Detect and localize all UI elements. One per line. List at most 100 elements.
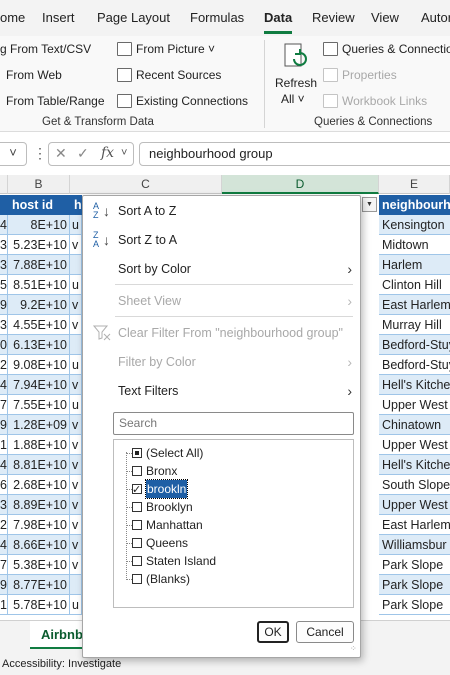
cell-host-name[interactable]: u — [70, 275, 82, 295]
sheet-tab-airbnb[interactable]: Airbnb — [30, 621, 90, 649]
column-header-b[interactable]: B — [8, 175, 70, 194]
cell-host-name[interactable]: v — [70, 435, 82, 455]
cell-neighbourhood[interactable]: Harlem — [379, 255, 450, 275]
text-filters[interactable]: Text Filters › — [83, 378, 360, 404]
cell-host-name[interactable]: u — [70, 215, 82, 235]
cell-row-number[interactable]: 2 — [0, 355, 8, 375]
cell-row-number[interactable]: 9 — [0, 415, 8, 435]
cell-host-name[interactable]: u — [70, 395, 82, 415]
cell-host-id[interactable]: 1.28E+09 — [8, 415, 70, 435]
tab-automate[interactable]: Autor — [421, 10, 450, 25]
from-table-range-button[interactable]: From Table/Range — [6, 94, 105, 108]
chevron-down-icon[interactable]: ˅ — [121, 147, 127, 159]
sort-a-to-z[interactable]: A Z ↓ Sort A to Z — [83, 198, 360, 224]
cell-host-id[interactable]: 6.13E+10 — [8, 335, 70, 355]
filter-value-item[interactable]: Manhattan — [132, 516, 203, 534]
tab-data[interactable]: Data — [264, 10, 292, 25]
cell-host-name[interactable]: v — [70, 375, 82, 395]
checkbox[interactable] — [132, 502, 142, 512]
tab-view[interactable]: View — [371, 10, 399, 25]
cell-neighbourhood[interactable]: Chinatown — [379, 415, 450, 435]
column-header-a[interactable] — [0, 175, 8, 194]
confirm-formula-icon[interactable]: ✓ — [77, 145, 89, 162]
filter-value-item[interactable]: (Blanks) — [132, 570, 190, 588]
from-picture-button[interactable]: From Picture ˅ — [117, 42, 215, 56]
filter-value-item[interactable]: Staten Island — [132, 552, 216, 570]
sheet-view[interactable]: Sheet View › — [83, 288, 360, 314]
refresh-all-label[interactable]: Refresh — [275, 76, 317, 90]
cell-host-id[interactable]: 8.77E+10 — [8, 575, 70, 595]
checkbox[interactable] — [132, 538, 142, 548]
cell-host-name[interactable]: v — [70, 555, 82, 575]
cell-neighbourhood[interactable]: Bedford-Stuy — [379, 335, 450, 355]
cell-neighbourhood[interactable]: Hell's Kitche — [379, 375, 450, 395]
cell-neighbourhood[interactable]: Park Slope — [379, 555, 450, 575]
column-header-d[interactable]: D — [222, 175, 379, 194]
cell-host-id[interactable]: 7.94E+10 — [8, 375, 70, 395]
recent-sources-button[interactable]: Recent Sources — [117, 68, 221, 82]
cell-host-name[interactable]: v — [70, 295, 82, 315]
existing-connections-button[interactable]: Existing Connections — [117, 94, 248, 108]
cell-row-number[interactable]: 4 — [0, 375, 8, 395]
workbook-links-button[interactable]: Workbook Links — [323, 94, 427, 108]
cell-host-id[interactable]: 5.23E+10 — [8, 235, 70, 255]
cell-row-number[interactable]: 6 — [0, 475, 8, 495]
cell-row-number[interactable]: 0 — [0, 335, 8, 355]
cell-host-id[interactable]: 4.55E+10 — [8, 315, 70, 335]
cell-row-number[interactable]: 7 — [0, 555, 8, 575]
header-cell-a[interactable] — [0, 195, 8, 215]
checkbox[interactable] — [132, 466, 142, 476]
sort-by-color[interactable]: Sort by Color › — [83, 256, 360, 282]
cell-host-id[interactable]: 7.98E+10 — [8, 515, 70, 535]
cancel-formula-icon[interactable]: ✕ — [55, 145, 67, 162]
accessibility-status[interactable]: Accessibility: Investigate — [2, 658, 121, 670]
insert-function-icon[interactable]: fx — [101, 145, 114, 161]
cell-host-id[interactable]: 7.88E+10 — [8, 255, 70, 275]
column-header-e[interactable]: E — [379, 175, 450, 194]
filter-search-input[interactable]: Search — [113, 412, 354, 435]
queries-connections-button[interactable]: Queries & Connectio — [323, 42, 450, 56]
cell-host-name[interactable]: v — [70, 415, 82, 435]
cell-neighbourhood[interactable]: Kensington — [379, 215, 450, 235]
cell-row-number[interactable]: 2 — [0, 515, 8, 535]
sort-z-to-a[interactable]: Z A ↓ Sort Z to A — [83, 227, 360, 253]
cell-row-number[interactable]: 1 — [0, 595, 8, 615]
checkbox[interactable] — [132, 520, 142, 530]
tab-insert[interactable]: Insert — [42, 10, 75, 25]
cell-host-name[interactable]: v — [70, 475, 82, 495]
cell-host-name[interactable]: v — [70, 235, 82, 255]
cell-neighbourhood[interactable]: Park Slope — [379, 595, 450, 615]
cell-host-name[interactable]: v — [70, 495, 82, 515]
cell-host-name[interactable] — [70, 335, 82, 355]
ok-button[interactable]: OK — [257, 621, 289, 643]
refresh-all-dropdown[interactable]: All ˅ — [281, 92, 305, 106]
cell-host-id[interactable]: 5.38E+10 — [8, 555, 70, 575]
cell-host-name[interactable]: u — [70, 595, 82, 615]
filter-value-item[interactable]: Bronx — [132, 462, 177, 480]
cell-row-number[interactable]: 4 — [0, 215, 8, 235]
cell-host-id[interactable]: 5.78E+10 — [8, 595, 70, 615]
cell-neighbourhood[interactable]: Upper West — [379, 495, 450, 515]
header-cell-neighbourhood[interactable]: neighbourh — [379, 195, 450, 215]
cell-host-name[interactable]: u — [70, 355, 82, 375]
cell-host-name[interactable]: v — [70, 535, 82, 555]
cell-host-name[interactable] — [70, 255, 82, 275]
column-header-c[interactable]: C — [70, 175, 222, 194]
cell-host-id[interactable]: 2.68E+10 — [8, 475, 70, 495]
filter-value-item[interactable]: Brooklyn — [132, 498, 193, 516]
formula-input[interactable]: neighbourhood group — [139, 142, 450, 166]
cell-row-number[interactable]: 7 — [0, 395, 8, 415]
checkbox[interactable] — [132, 481, 142, 499]
cell-row-number[interactable]: 5 — [0, 275, 8, 295]
tab-formulas[interactable]: Formulas — [190, 10, 244, 25]
name-box-dropdown[interactable]: ˅ — [0, 142, 27, 166]
filter-value-item[interactable]: Queens — [132, 534, 188, 552]
cell-neighbourhood[interactable]: Murray Hill — [379, 315, 450, 335]
cell-host-id[interactable]: 7.55E+10 — [8, 395, 70, 415]
header-cell-host-id[interactable]: host id — [8, 195, 70, 215]
cell-host-id[interactable]: 8.51E+10 — [8, 275, 70, 295]
cell-neighbourhood[interactable]: Hell's Kitche — [379, 455, 450, 475]
cell-neighbourhood[interactable]: East Harlem — [379, 515, 450, 535]
cell-row-number[interactable]: 9 — [0, 575, 8, 595]
cell-neighbourhood[interactable]: Midtown — [379, 235, 450, 255]
